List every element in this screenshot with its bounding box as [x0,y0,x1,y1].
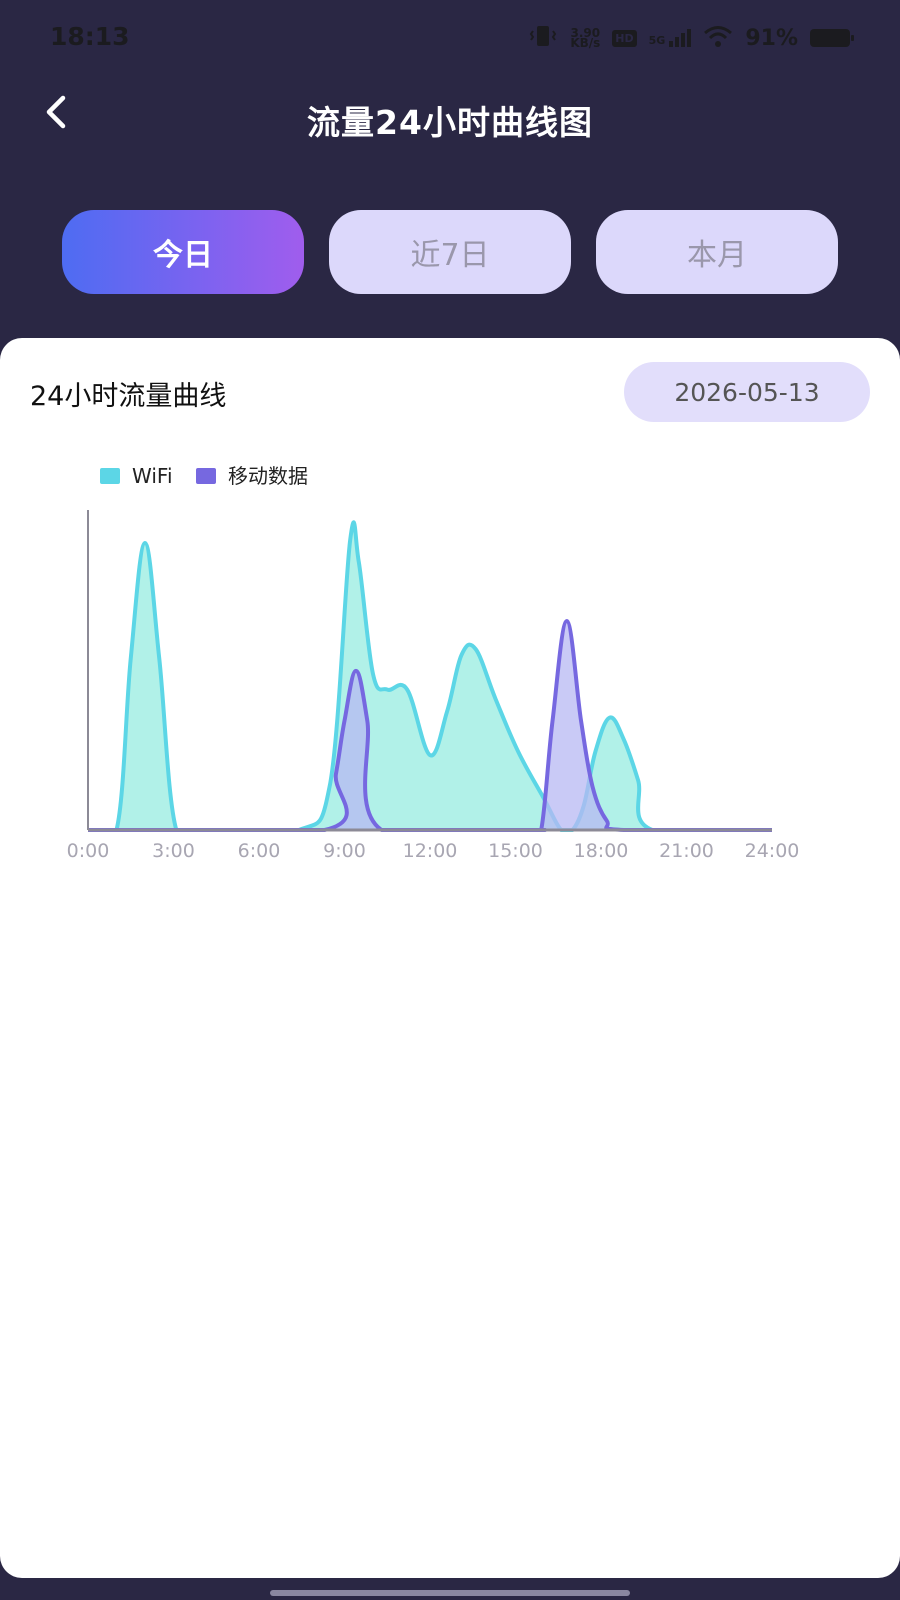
chart-legend: WiFi 移动数据 [100,464,308,488]
traffic-chart-svg: WiFi 移动数据 0:00 3:00 6:00 9:00 12:00 15:00 18:00… [67,464,800,862]
legend-label-1: 移动数据 [228,464,308,488]
signal-icon: 5G [649,29,692,47]
x-tick-label: 21:00 [659,840,714,862]
x-tick-label: 18:00 [574,840,629,862]
x-tick-label: 6:00 [238,840,281,862]
chart-x-ticks: 0:00 3:00 6:00 9:00 12:00 15:00 18:00 21:00 24:0… [67,840,800,862]
card-title: 24小时流量曲线 [30,381,227,412]
x-tick-label: 15:00 [488,840,543,862]
legend-label-0: WiFi [132,464,173,488]
wifi-icon [703,24,733,52]
tab-last-7-days[interactable]: 近7日 [329,210,571,294]
vibrate-icon [528,24,558,52]
status-icons: 3.90 KB/s HD 5G 91% [528,22,854,54]
page-title: 流量24小时曲线图 [307,103,593,142]
period-tabs: 今日 近7日 本月 [62,210,838,294]
battery-icon [810,29,854,47]
traffic-chart: WiFi 移动数据 0:00 3:00 6:00 9:00 12:00 15:00 18:00… [0,458,900,878]
legend-swatch-0 [100,468,120,484]
date-picker-button[interactable]: 2026-05-13 [624,362,870,422]
network-speed: 3.90 KB/s [570,26,601,50]
legend-swatch-1 [196,468,216,484]
home-indicator[interactable] [270,1590,630,1596]
x-tick-label: 12:00 [403,840,458,862]
x-tick-label: 3:00 [152,840,195,862]
hd-badge: HD [612,29,637,47]
chart-card: 24小时流量曲线 2026-05-13 WiFi 移动数据 0:00 3:00 6:0… [0,338,900,1578]
x-tick-label: 24:00 [745,840,800,862]
battery-percent: 91% [745,25,798,51]
status-bar: 18:13 3.90 KB/s HD 5G 91% [0,0,900,78]
tab-today[interactable]: 今日 [62,210,304,294]
series-area-0 [88,522,772,830]
chart-series [88,520,772,833]
status-time: 18:13 [50,22,130,51]
series-wifi [88,520,772,833]
tab-this-month[interactable]: 本月 [596,210,838,294]
x-tick-label: 9:00 [323,840,366,862]
header: 流量24小时曲线图 [0,78,900,158]
x-tick-label: 0:00 [67,840,110,862]
